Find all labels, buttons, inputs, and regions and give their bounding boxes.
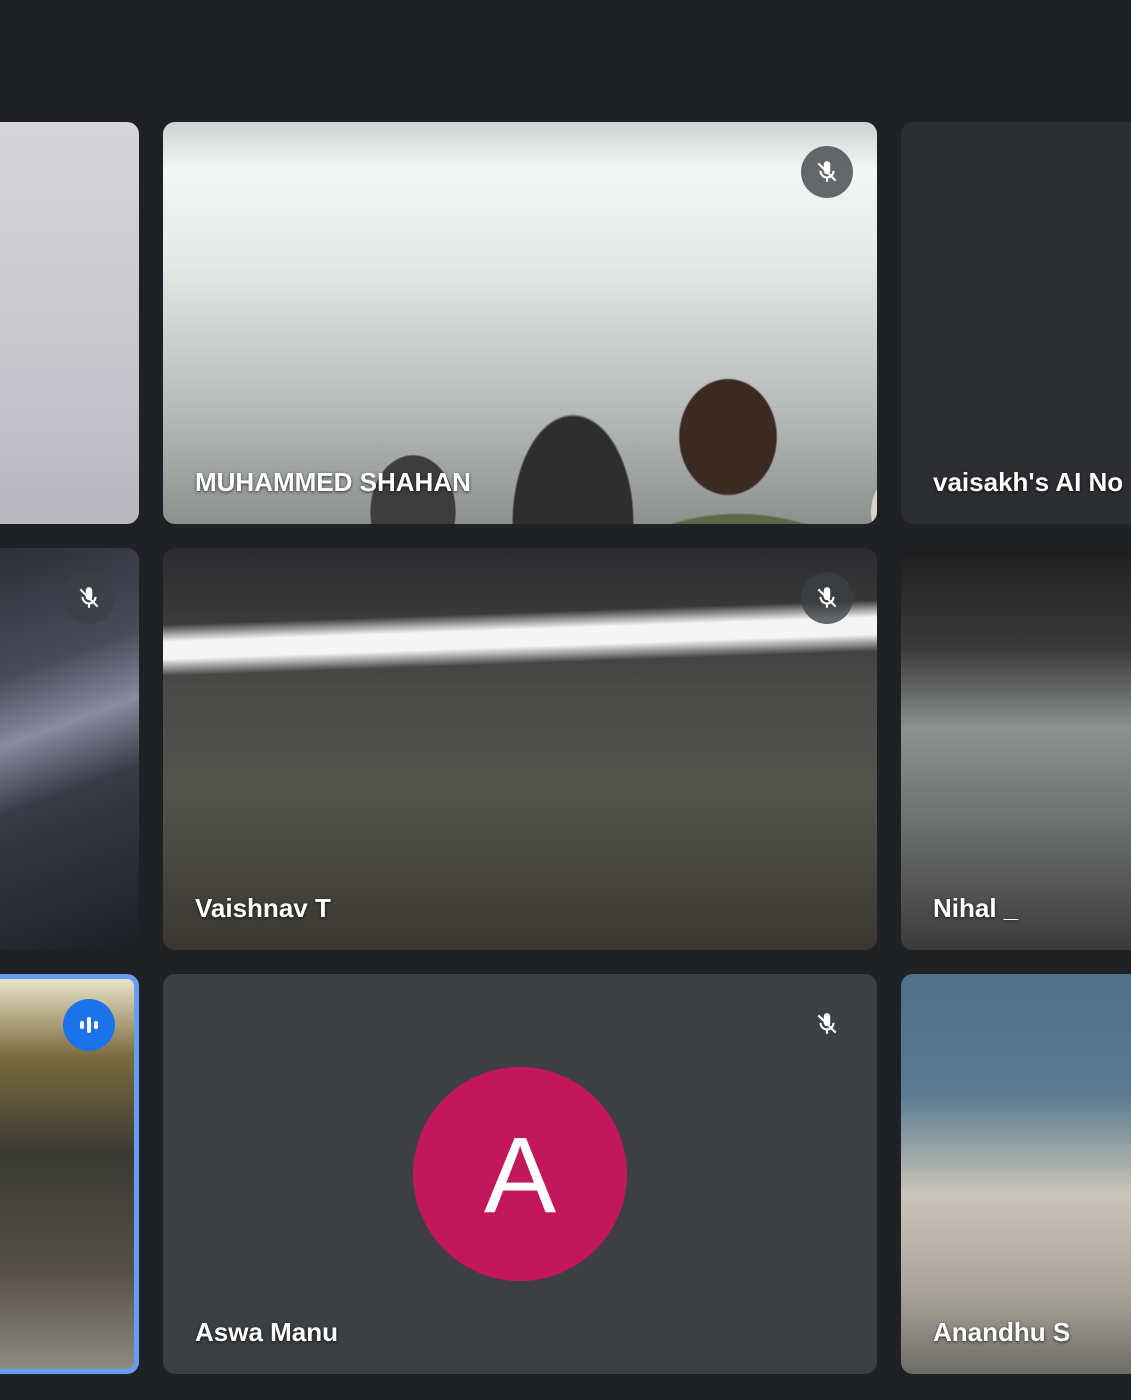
participant-tile-aswa-manu[interactable]: A Aswa Manu bbox=[163, 974, 877, 1374]
audio-level-icon bbox=[63, 999, 115, 1051]
participant-tile-vaisakh-ai-notetaker[interactable]: vaisakh's AI No bbox=[901, 122, 1131, 524]
participant-tile-1[interactable] bbox=[0, 122, 139, 524]
mic-off-icon bbox=[801, 146, 853, 198]
participant-name: MUHAMMED SHAHAN bbox=[195, 467, 471, 497]
participant-name: Vaishnav T bbox=[195, 893, 331, 923]
participant-tile-nihal[interactable]: Nihal _ bbox=[901, 548, 1131, 950]
avatar-letter: A bbox=[483, 1113, 557, 1235]
avatar: A bbox=[413, 1067, 627, 1281]
participant-name: Anandhu S bbox=[933, 1317, 1071, 1347]
participant-name: Aswa Manu bbox=[195, 1317, 339, 1347]
participant-tile-muhammed-shahan[interactable]: MUHAMMED SHAHAN bbox=[163, 122, 877, 524]
participant-tile-active-speaker[interactable] bbox=[0, 974, 139, 1374]
mic-off-icon bbox=[801, 998, 853, 1050]
participant-name: vaisakh's AI No bbox=[933, 467, 1124, 497]
mic-off-icon bbox=[801, 572, 853, 624]
participant-tile-anandhu-s[interactable]: Anandhu S bbox=[901, 974, 1131, 1374]
participant-tile-4[interactable] bbox=[0, 548, 139, 950]
participant-tile-vaishnav-t[interactable]: Vaishnav T bbox=[163, 548, 877, 950]
mic-off-icon bbox=[63, 572, 115, 624]
participant-name: Nihal _ bbox=[933, 893, 1019, 923]
